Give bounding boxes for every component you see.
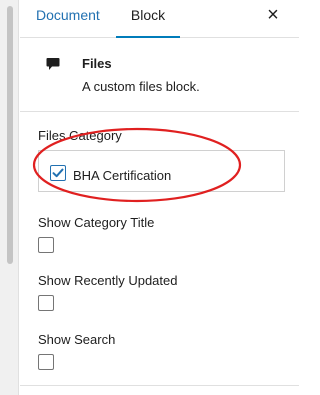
scrollbar-thumb[interactable] — [7, 6, 13, 264]
close-icon[interactable]: × — [261, 3, 285, 27]
category-option-label: BHA Certification — [73, 168, 172, 183]
tab-document[interactable]: Document — [36, 0, 100, 37]
block-card: Files A custom files block. — [20, 38, 299, 112]
show-search-checkbox[interactable] — [38, 354, 54, 370]
block-settings-sidebar: Document Block × Files A custom files bl… — [20, 0, 299, 395]
show-recently-updated-checkbox[interactable] — [38, 295, 54, 311]
checkmark-icon — [52, 168, 64, 178]
tab-block[interactable]: Block — [116, 0, 180, 37]
block-title: Files — [82, 56, 112, 71]
category-checkbox-bha-certification[interactable] — [50, 165, 66, 181]
show-category-title-checkbox[interactable] — [38, 237, 54, 253]
files-category-label: Files Category — [38, 128, 122, 143]
speech-bubble-icon — [46, 57, 60, 71]
files-category-list: BHA Certification — [38, 150, 285, 192]
sidebar-tabs: Document Block × — [20, 0, 299, 38]
editor-gutter — [0, 0, 19, 395]
show-search-label: Show Search — [38, 332, 116, 347]
panel-divider — [20, 385, 299, 386]
show-category-title-label: Show Category Title — [38, 215, 155, 230]
show-recently-updated-label: Show Recently Updated — [38, 273, 178, 288]
block-description: A custom files block. — [82, 79, 200, 94]
